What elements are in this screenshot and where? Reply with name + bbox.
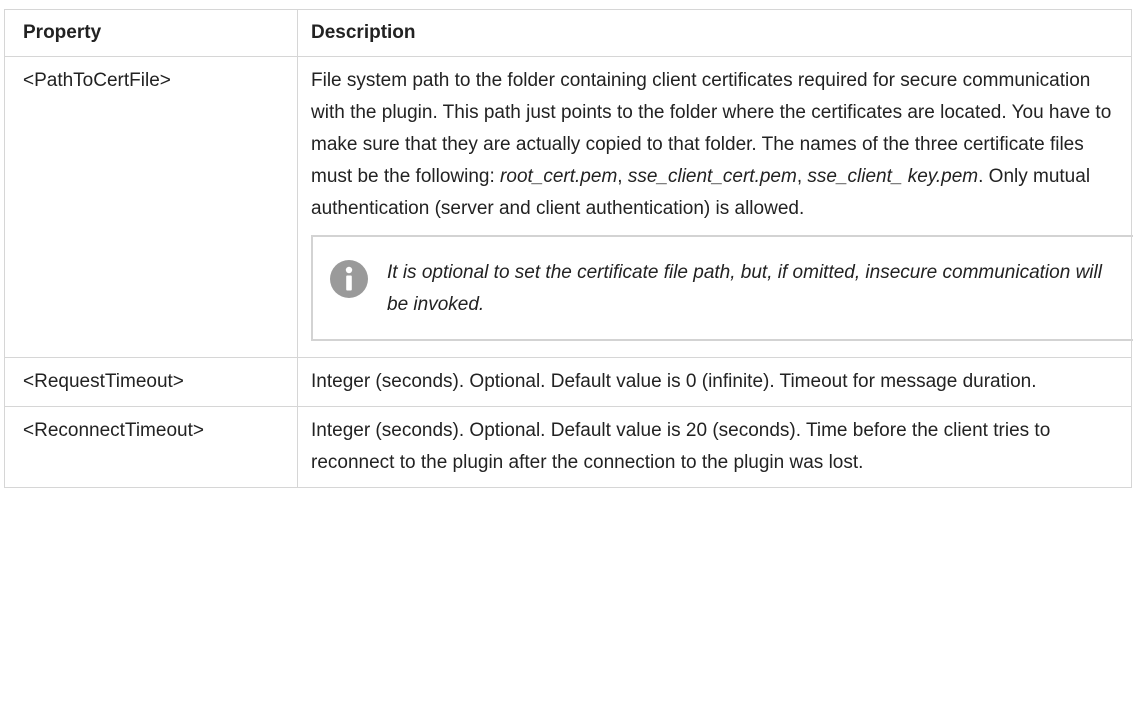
table-row: <RequestTimeout> Integer (seconds). Opti… (4, 357, 1132, 407)
description-cell: File system path to the folder containin… (297, 56, 1133, 358)
property-cell: <RequestTimeout> (4, 357, 298, 407)
description-cell: Integer (seconds). Optional. Default val… (297, 406, 1132, 488)
table-row: <PathToCertFile> File system path to the… (4, 56, 1133, 358)
table-header-row: Property Description (4, 9, 1132, 57)
property-cell: <ReconnectTimeout> (4, 406, 298, 488)
header-property: Property (4, 9, 298, 57)
filename-client-cert: sse_client_cert.pem (627, 166, 797, 187)
note-text: It is optional to set the certificate fi… (387, 262, 1102, 315)
header-description: Description (297, 9, 1132, 57)
table-row: <ReconnectTimeout> Integer (seconds). Op… (4, 406, 1132, 488)
info-icon (330, 260, 368, 298)
filename-root-cert: root_cert.pem (500, 166, 618, 187)
description-cell: Integer (seconds). Optional. Default val… (297, 357, 1132, 407)
filename-client-key: sse_client_ key.pem (807, 166, 979, 187)
properties-table: Property Description <PathToCertFile> Fi… (4, 9, 1133, 488)
note-box: It is optional to set the certificate fi… (311, 235, 1133, 341)
description-text: File system path to the folder containin… (311, 65, 1123, 225)
separator: , (617, 166, 628, 187)
property-cell: <PathToCertFile> (4, 56, 298, 358)
separator: , (796, 166, 808, 187)
